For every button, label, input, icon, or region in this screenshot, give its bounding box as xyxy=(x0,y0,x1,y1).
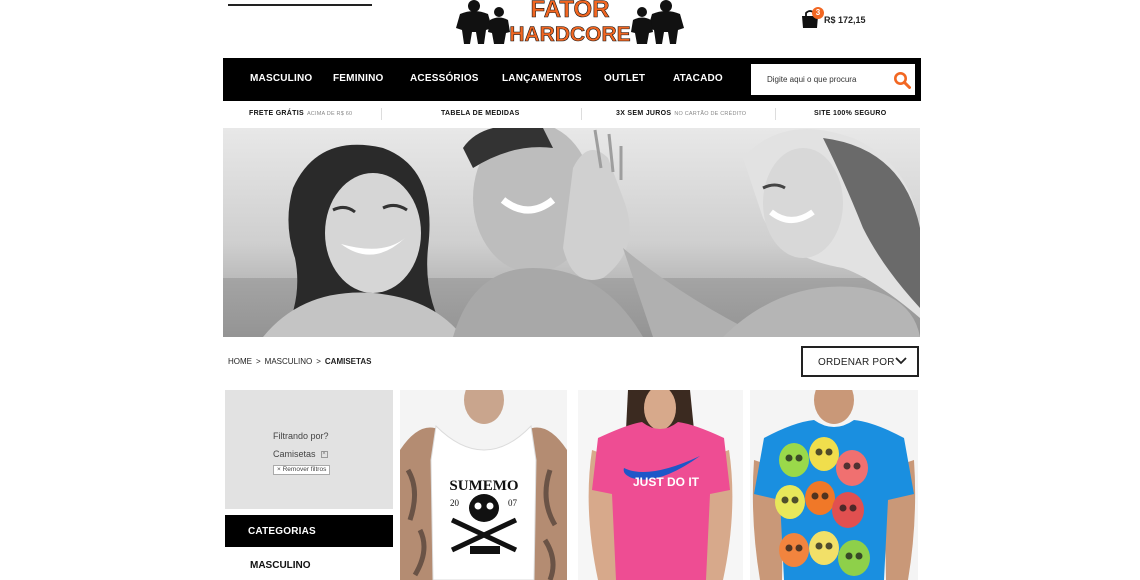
product-image xyxy=(750,390,918,580)
close-icon[interactable]: × xyxy=(320,451,328,459)
search-icon[interactable] xyxy=(893,71,911,89)
brand-logo[interactable]: FATOR HARDCORE xyxy=(452,0,688,46)
product-print-text: SUMEMO xyxy=(449,478,518,494)
active-filter-tag: Camisetas × xyxy=(273,449,328,459)
cart-count-badge: 3 xyxy=(812,7,824,19)
logo-text-bottom: HARDCORE xyxy=(509,23,630,46)
header-divider xyxy=(228,4,372,6)
sort-label: ORDENAR POR xyxy=(818,357,895,368)
breadcrumb-separator: > xyxy=(316,357,321,366)
nav-item-lancamentos[interactable]: LANÇAMENTOS xyxy=(502,73,582,84)
breadcrumb-separator: > xyxy=(256,357,261,366)
nav-item-atacado[interactable]: ATACADO xyxy=(673,73,723,84)
product-card[interactable] xyxy=(750,390,918,580)
product-image: JUST DO IT xyxy=(578,390,743,580)
product-card[interactable]: SUMEMO 20 07 xyxy=(400,390,567,580)
sort-dropdown[interactable]: ORDENAR POR xyxy=(801,346,919,377)
logo-text-top: FATOR xyxy=(530,0,609,23)
product-print-text: JUST DO IT xyxy=(633,475,700,489)
info-label: SITE 100% SEGURO xyxy=(814,110,887,117)
nav-item-masculino[interactable]: MASCULINO xyxy=(250,73,312,84)
product-print-year: 20 xyxy=(450,498,460,508)
breadcrumb: HOME > MASCULINO > CAMISETAS xyxy=(228,357,371,366)
info-secure-site[interactable]: SITE 100% SEGURO xyxy=(814,110,887,117)
categories-title: CATEGORIAS xyxy=(248,526,316,537)
divider xyxy=(775,108,776,120)
product-card[interactable]: JUST DO IT xyxy=(578,390,743,580)
nav-item-feminino[interactable]: FEMININO xyxy=(333,73,384,84)
cart-total: R$ 172,15 xyxy=(824,15,866,25)
remove-filters-button[interactable]: × Remover filtros xyxy=(273,465,331,475)
info-label: 3X SEM JUROS xyxy=(616,110,672,117)
product-print-year: 07 xyxy=(508,498,518,508)
divider xyxy=(381,108,382,120)
active-filter-label: Camisetas xyxy=(273,449,316,459)
search-input[interactable] xyxy=(751,64,887,95)
nav-item-acessorios[interactable]: ACESSÓRIOS xyxy=(410,73,479,84)
breadcrumb-masculino[interactable]: MASCULINO xyxy=(265,357,313,366)
info-sub: ACIMA DE R$ 60 xyxy=(306,111,353,117)
remove-filters-label: Remover filtros xyxy=(282,466,327,473)
categories-heading: CATEGORIAS xyxy=(225,515,393,547)
info-label: FRETE GRÁTIS xyxy=(249,110,304,117)
nav-item-outlet[interactable]: OUTLET xyxy=(604,73,645,84)
info-strip: FRETE GRÁTIS ACIMA DE R$ 60 TABELA DE MED… xyxy=(223,103,921,125)
info-size-chart[interactable]: TABELA DE MEDIDAS xyxy=(441,110,520,117)
info-installments[interactable]: 3X SEM JUROS NO CARTÃO DE CRÉDITO xyxy=(616,110,746,117)
main-nav: MASCULINO FEMININO ACESSÓRIOS LANÇAMENTO… xyxy=(223,58,921,101)
search-box xyxy=(751,64,915,95)
breadcrumb-home[interactable]: HOME xyxy=(228,357,252,366)
category-item-masculino[interactable]: MASCULINO xyxy=(250,560,311,571)
info-label: TABELA DE MEDIDAS xyxy=(441,110,520,117)
divider xyxy=(581,108,582,120)
filter-title: Filtrando por? xyxy=(273,431,329,441)
info-sub: NO CARTÃO DE CRÉDITO xyxy=(674,111,747,117)
product-image: SUMEMO 20 07 xyxy=(400,390,567,580)
info-free-shipping[interactable]: FRETE GRÁTIS ACIMA DE R$ 60 xyxy=(249,110,352,117)
breadcrumb-current: CAMISETAS xyxy=(324,357,372,366)
chevron-down-icon xyxy=(895,357,907,365)
cart-widget[interactable]: 3 R$ 172,15 xyxy=(800,6,870,30)
hero-banner[interactable] xyxy=(223,128,920,337)
filter-panel: Filtrando por? Camisetas × × Remover filt… xyxy=(225,390,393,509)
